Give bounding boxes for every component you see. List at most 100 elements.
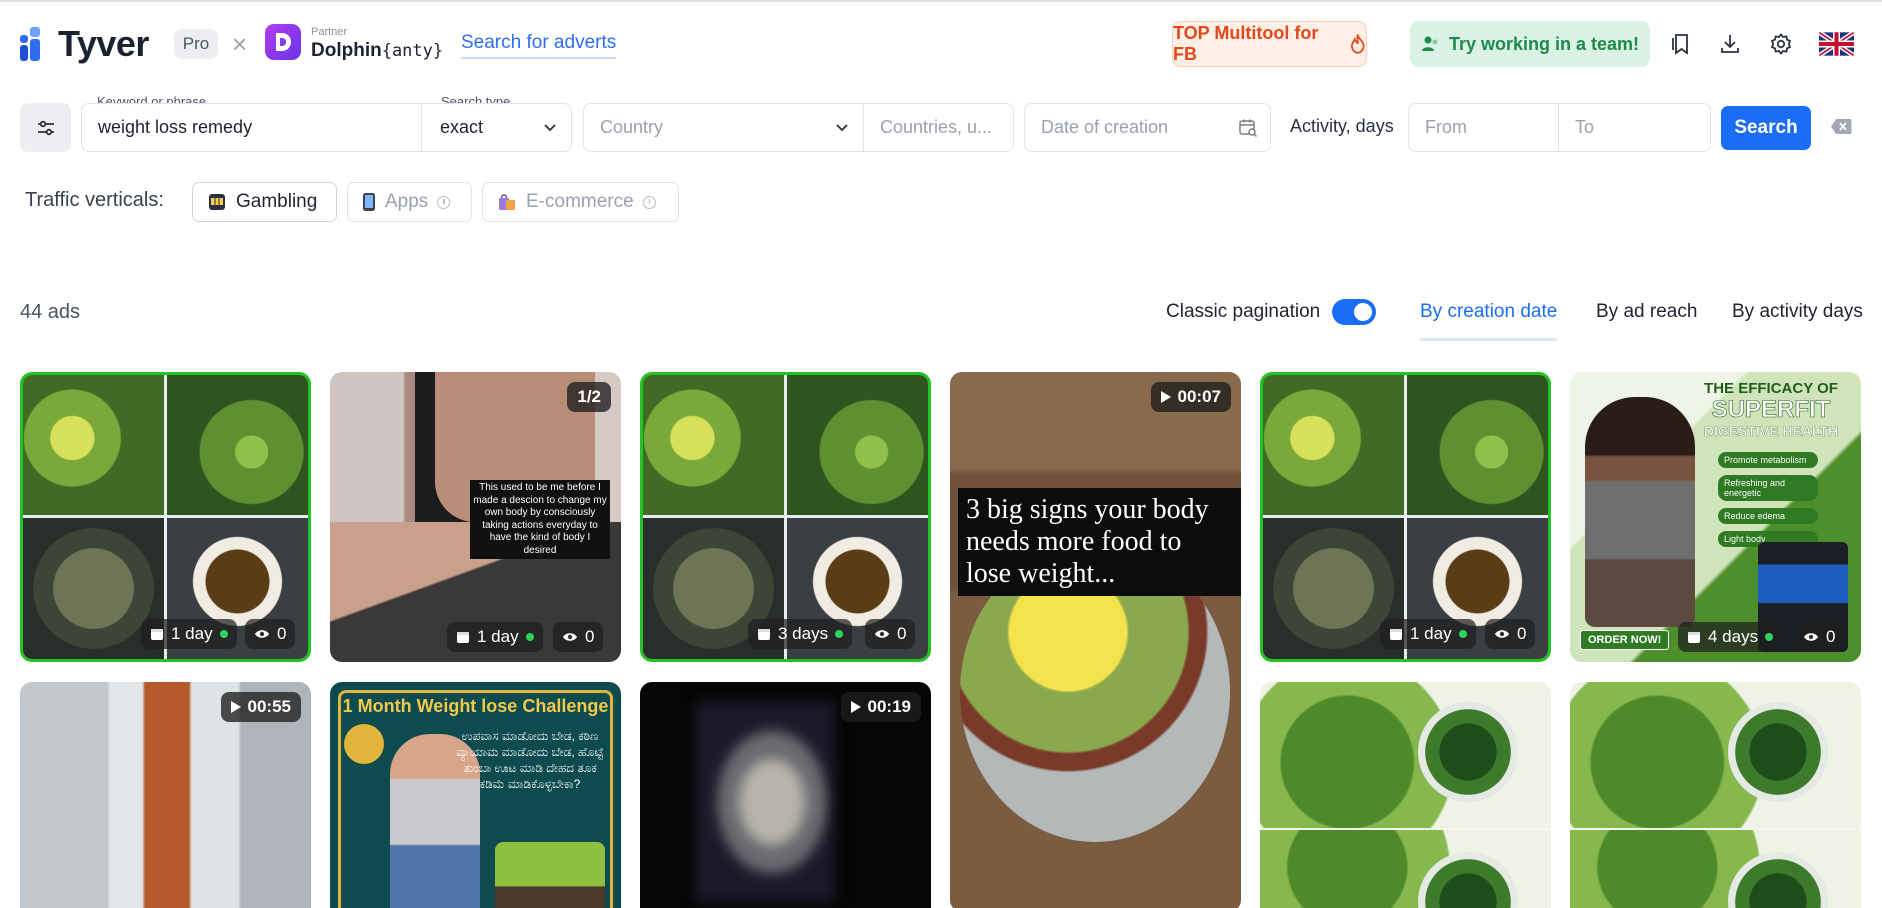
settings-gear-icon[interactable] xyxy=(1766,29,1796,59)
ad-card[interactable]: 1 Month Weight lose Challenge ಉಪವಾಸ ಮಾಡೋ… xyxy=(330,682,621,908)
ad-card[interactable]: 00:55 xyxy=(20,682,311,908)
ad-card[interactable]: 1/2 This used to be me before I made a d… xyxy=(330,372,621,662)
classic-pagination-toggle[interactable] xyxy=(1332,299,1376,325)
keyword-input[interactable]: weight loss remedy xyxy=(81,103,422,152)
ad-age-badge: 1 day xyxy=(1380,619,1476,649)
sliders-icon xyxy=(37,120,54,135)
uk-flag-icon[interactable] xyxy=(1819,31,1854,57)
order-now-label: ORDER NOW! xyxy=(1580,630,1670,650)
ad-views-badge: 0 xyxy=(245,619,296,649)
vertical-chip-ecommerce[interactable]: E-commerce xyxy=(482,182,679,222)
filters-toggle-button[interactable] xyxy=(20,103,71,152)
top-multitool-button[interactable]: TOP Multitool for FB xyxy=(1172,21,1367,67)
ad-image xyxy=(1728,702,1828,802)
eye-icon xyxy=(1495,630,1509,638)
plan-badge: Pro xyxy=(174,29,218,59)
dolphin-logo-icon[interactable] xyxy=(265,24,301,60)
ads-count: 44 ads xyxy=(20,301,81,323)
sort-by-ad-reach[interactable]: By ad reach xyxy=(1596,301,1697,323)
eye-icon xyxy=(563,633,577,641)
partner-name-bold: Dolphin xyxy=(311,40,382,61)
ad-card[interactable]: 3 days 0 xyxy=(640,372,931,662)
header: Tyver Pro × Partner Dolphin{anty} Search… xyxy=(0,2,1882,82)
superfit-heading: THE EFFICACY OF SUPERFIT DIGESTIVE HEALT… xyxy=(1686,380,1856,439)
ad-card[interactable]: THE EFFICACY OF SUPERFIT DIGESTIVE HEALT… xyxy=(1570,372,1861,662)
calendar-icon xyxy=(151,629,163,640)
ad-image xyxy=(1585,397,1695,627)
clock-icon xyxy=(437,195,451,209)
team-button[interactable]: Try working in a team! xyxy=(1410,21,1650,67)
ad-card[interactable] xyxy=(1570,682,1861,908)
active-dot xyxy=(1765,633,1774,641)
activity-to-input[interactable]: To xyxy=(1558,103,1711,152)
bookmarks-icon[interactable] xyxy=(1665,29,1695,59)
eye-icon xyxy=(875,630,889,638)
calendar-icon xyxy=(1688,632,1700,643)
search-type-select[interactable]: exact xyxy=(421,103,572,152)
active-dot xyxy=(219,630,228,638)
partner-name[interactable]: Dolphin{anty} xyxy=(311,40,443,62)
date-of-creation-input[interactable]: Date of creation xyxy=(1024,103,1271,152)
ad-image xyxy=(23,375,164,515)
ad-card[interactable]: 3 big signs your body needs more food to… xyxy=(950,372,1241,908)
vertical-chip-apps[interactable]: Apps xyxy=(347,182,472,222)
ad-card[interactable]: 00:19 xyxy=(640,682,931,908)
product-image xyxy=(495,842,605,908)
search-button[interactable]: Search xyxy=(1721,106,1811,150)
countries-input[interactable]: Countries, u... xyxy=(863,103,1014,152)
logo[interactable]: Tyver xyxy=(20,26,149,62)
video-duration: 00:07 xyxy=(1177,387,1221,406)
ad-views: 0 xyxy=(1517,624,1527,643)
ad-image xyxy=(1407,375,1548,515)
ad-image xyxy=(1263,375,1404,515)
superfit-brand: SUPERFIT xyxy=(1711,396,1831,423)
ad-days: 1 day xyxy=(171,624,213,643)
ad-overlay-text: This used to be me before I made a desci… xyxy=(470,480,610,559)
benefit-list: Promote metabolism Refreshing and energe… xyxy=(1718,452,1818,547)
team-button-label: Try working in a team! xyxy=(1448,33,1640,54)
top-multitool-label: TOP Multitool for FB xyxy=(1173,23,1319,64)
ad-body-text: ಉಪವಾಸ ಮಾಡೋದು ಬೇಡ, ಕಠಿಣ ವ್ಯಾಯಾಮ ಮಾಡೋದು ಬೇ… xyxy=(456,729,604,791)
clear-filters-icon[interactable] xyxy=(1830,118,1852,135)
ad-card[interactable]: 1 day 0 xyxy=(20,372,311,662)
calendar-icon xyxy=(758,629,770,640)
play-icon xyxy=(230,701,241,713)
chevron-down-icon xyxy=(544,124,556,132)
ad-card[interactable]: 1 day 0 xyxy=(1260,372,1551,662)
ad-views-badge: 0 xyxy=(1794,622,1845,652)
ad-views: 0 xyxy=(1826,627,1836,646)
video-duration: 00:55 xyxy=(247,697,291,716)
ad-days: 1 day xyxy=(477,627,519,646)
ad-overlay-text: 3 big signs your body needs more food to… xyxy=(958,488,1241,596)
activity-from-input[interactable]: From xyxy=(1408,103,1559,152)
download-icon[interactable] xyxy=(1715,29,1745,59)
country-placeholder: Country xyxy=(600,117,664,137)
benefit-item: Refreshing and energetic xyxy=(1718,475,1818,501)
search-adverts-link[interactable]: Search for adverts xyxy=(461,32,617,59)
eye-icon xyxy=(1804,633,1818,641)
active-dot xyxy=(1458,630,1467,638)
superfit-subtitle: DIGESTIVE HEALTH xyxy=(1703,423,1839,439)
ad-title: 1 Month Weight lose Challenge xyxy=(342,696,609,716)
sort-by-activity-days[interactable]: By activity days xyxy=(1732,301,1863,323)
clock-icon xyxy=(642,195,656,209)
partner-name-suffix: {anty} xyxy=(381,41,444,61)
shopping-bags-icon xyxy=(499,194,515,210)
play-icon xyxy=(1160,391,1171,403)
ad-views: 0 xyxy=(897,624,907,643)
ad-image xyxy=(695,702,835,902)
ad-card[interactable] xyxy=(1260,682,1551,908)
calendar-search-icon xyxy=(1239,119,1258,138)
slot-machine-icon xyxy=(209,194,225,210)
ad-views-badge: 0 xyxy=(553,622,604,652)
benefit-item: Reduce edema xyxy=(1718,508,1818,524)
benefit-item: Promote metabolism xyxy=(1718,452,1818,468)
vertical-chip-gambling[interactable]: Gambling xyxy=(192,182,337,222)
active-dot xyxy=(525,633,534,641)
vertical-label: Gambling xyxy=(236,191,318,212)
traffic-verticals-label: Traffic verticals: xyxy=(25,189,164,211)
sort-by-creation-date[interactable]: By creation date xyxy=(1420,301,1557,323)
ad-image xyxy=(787,375,928,515)
country-select[interactable]: Country xyxy=(583,103,864,152)
video-duration: 00:19 xyxy=(867,697,911,716)
